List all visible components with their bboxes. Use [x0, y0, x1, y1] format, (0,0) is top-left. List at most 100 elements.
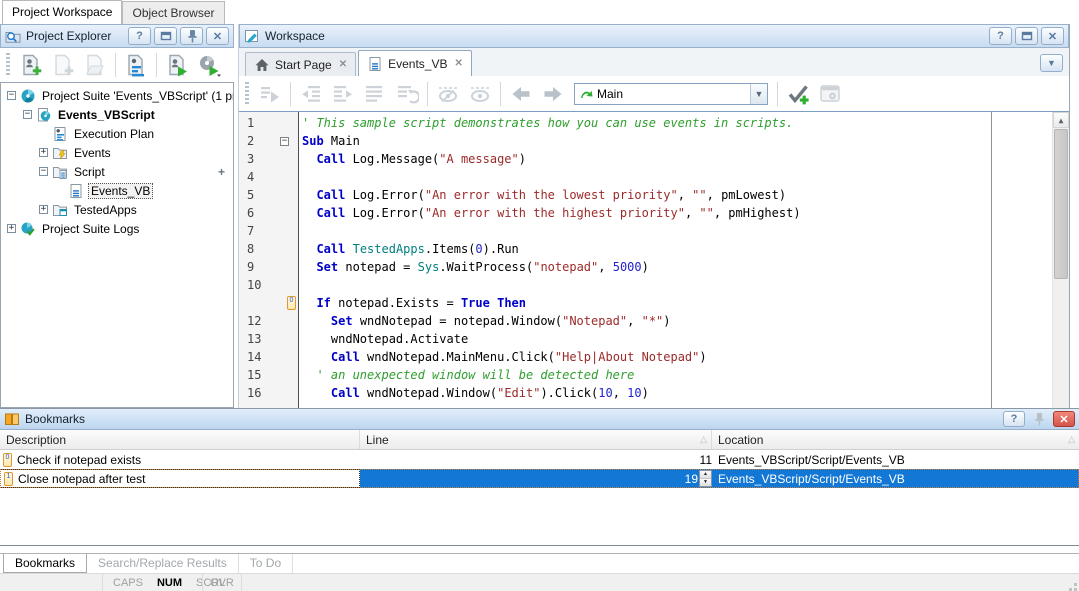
editor-tab-events-vb[interactable]: Events_VB✕ — [358, 50, 472, 76]
add-script-item-button[interactable]: + — [218, 165, 225, 179]
tree-item-events-vbscript[interactable]: −Events_VBScript — [1, 105, 233, 124]
tree-expander[interactable]: − — [7, 91, 16, 100]
toolbar-grip[interactable] — [6, 53, 10, 77]
code-line[interactable]: If notepad.Exists = True Then — [302, 294, 1052, 312]
help-button[interactable]: ? — [1003, 411, 1025, 427]
margin-cell[interactable] — [279, 258, 298, 276]
margin-cell[interactable] — [279, 114, 298, 132]
tree-expander[interactable]: − — [23, 110, 32, 119]
margin-cell[interactable] — [279, 204, 298, 222]
tab-close-icon[interactable]: ✕ — [337, 59, 347, 70]
code-line[interactable]: ' an unexpected window will be detected … — [302, 366, 1052, 384]
bookmark-row[interactable]: 1Close notepad after test19▲▼Events_VBSc… — [0, 469, 1079, 488]
check-add-button[interactable] — [783, 80, 813, 108]
margin-cell[interactable] — [279, 150, 298, 168]
column-header-location[interactable]: Location△ — [712, 430, 1079, 449]
editor-margin-column[interactable]: −0 — [279, 112, 299, 408]
tree-item-script[interactable]: −Script+ — [1, 162, 233, 181]
code-line[interactable]: ' This sample script demonstrates how yo… — [302, 114, 1052, 132]
format-run-button[interactable] — [255, 80, 285, 108]
tree-expander[interactable]: + — [7, 224, 16, 233]
scroll-thumb[interactable] — [1054, 129, 1068, 279]
toolbar-grip[interactable] — [245, 82, 249, 106]
margin-cell[interactable] — [279, 384, 298, 402]
line-spinner[interactable]: ▲▼ — [699, 470, 712, 487]
code-line[interactable] — [302, 276, 1052, 294]
bottom-tab-to-do[interactable]: To Do — [239, 554, 293, 573]
code-line[interactable] — [302, 222, 1052, 240]
margin-cell[interactable] — [279, 276, 298, 294]
bookmark-description-cell[interactable]: 1Close notepad after test — [0, 469, 360, 488]
tree-item-project-suite-logs[interactable]: +Project Suite Logs — [1, 219, 233, 238]
combo-dropdown-button[interactable]: ▼ — [750, 84, 767, 104]
tree-expander[interactable]: + — [39, 148, 48, 157]
code-line[interactable]: Call Log.Error("An error with the lowest… — [302, 186, 1052, 204]
code-line[interactable]: Set notepad = Sys.WaitProcess("notepad",… — [302, 258, 1052, 276]
code-line[interactable]: Set wndNotepad = notepad.Window("Notepad… — [302, 312, 1052, 330]
editor-tab-start-page[interactable]: Start Page✕ — [245, 52, 356, 76]
run-suite-button[interactable] — [194, 51, 224, 79]
code-line[interactable]: Call TestedApps.Items(0).Run — [302, 240, 1052, 258]
column-header-line[interactable]: Line△ — [360, 430, 712, 449]
pin-button-disabled[interactable] — [1028, 411, 1050, 427]
bottom-tab-search-replace-results[interactable]: Search/Replace Results — [87, 554, 239, 573]
routine-combo[interactable]: Main▼ — [574, 83, 768, 105]
add-project-button[interactable] — [16, 51, 46, 79]
margin-cell[interactable] — [279, 168, 298, 186]
format-lines-button[interactable] — [360, 80, 390, 108]
nav-forward-button[interactable] — [538, 80, 568, 108]
margin-cell[interactable] — [279, 366, 298, 384]
help-button[interactable]: ? — [128, 27, 151, 45]
tab-close-icon[interactable]: ✕ — [452, 58, 462, 69]
pin-button[interactable] — [180, 27, 203, 45]
format-undo-button[interactable] — [392, 80, 422, 108]
code-line[interactable]: Call wndNotepad.Window("Edit").Click(10,… — [302, 384, 1052, 402]
tree-item-testedapps[interactable]: +TestedApps — [1, 200, 233, 219]
indent-button[interactable] — [328, 80, 358, 108]
tab-overflow-button[interactable]: ▼ — [1040, 54, 1063, 72]
tree-expander[interactable]: + — [39, 205, 48, 214]
spinner-down-icon[interactable]: ▼ — [700, 479, 711, 486]
code-line[interactable] — [302, 168, 1052, 186]
tree-item-events[interactable]: +Events — [1, 143, 233, 162]
close-button[interactable]: ✕ — [1053, 411, 1075, 427]
tree-item-project-suite-events-vbscript-1-projec[interactable]: −Project Suite 'Events_VBScript' (1 proj… — [1, 86, 233, 105]
code-line[interactable]: Call Log.Error("An error with the highes… — [302, 204, 1052, 222]
code-editor[interactable]: 123456789101213141516 −0 ' This sample s… — [239, 112, 1069, 408]
margin-cell[interactable] — [279, 186, 298, 204]
hide-code-button[interactable] — [433, 80, 463, 108]
run-project-button[interactable] — [162, 51, 192, 79]
margin-cell[interactable]: 0 — [279, 294, 298, 312]
show-code-button[interactable] — [465, 80, 495, 108]
add-item-disabled-button[interactable] — [48, 51, 78, 79]
code-line[interactable]: wndNotepad.Activate — [302, 330, 1052, 348]
close-button[interactable]: ✕ — [1041, 27, 1064, 45]
doc-tab-project-workspace[interactable]: Project Workspace — [2, 0, 122, 24]
margin-cell[interactable] — [279, 330, 298, 348]
tree-item-events-vb[interactable]: Events_VB — [1, 181, 233, 200]
code-line[interactable]: Call wndNotepad.MainMenu.Click("Help|Abo… — [302, 348, 1052, 366]
doc-tab-object-browser[interactable]: Object Browser — [122, 1, 224, 24]
margin-cell[interactable] — [279, 312, 298, 330]
margin-cell[interactable] — [279, 240, 298, 258]
restore-button[interactable] — [154, 27, 177, 45]
margin-cell[interactable]: − — [279, 132, 298, 150]
tree-item-execution-plan[interactable]: Execution Plan — [1, 124, 233, 143]
code-line[interactable]: Call Log.Message("A message") — [302, 150, 1052, 168]
help-button[interactable]: ? — [989, 27, 1012, 45]
margin-cell[interactable] — [279, 222, 298, 240]
execution-plan-button[interactable] — [121, 51, 151, 79]
spinner-up-icon[interactable]: ▲ — [700, 471, 711, 479]
column-header-description[interactable]: Description — [0, 430, 360, 449]
outdent-button[interactable] — [296, 80, 326, 108]
restore-button[interactable] — [1015, 27, 1038, 45]
tree-expander[interactable]: − — [39, 167, 48, 176]
open-item-disabled-button[interactable] — [80, 51, 110, 79]
nav-back-button[interactable] — [506, 80, 536, 108]
bottom-tab-bookmarks[interactable]: Bookmarks — [3, 554, 87, 573]
code-line[interactable]: Sub Main — [302, 132, 1052, 150]
window-gear-disabled-button[interactable] — [815, 80, 845, 108]
scroll-up-button[interactable]: ▲ — [1053, 112, 1069, 128]
resize-grip[interactable] — [1065, 579, 1077, 591]
fold-collapse-icon[interactable]: − — [280, 137, 289, 146]
